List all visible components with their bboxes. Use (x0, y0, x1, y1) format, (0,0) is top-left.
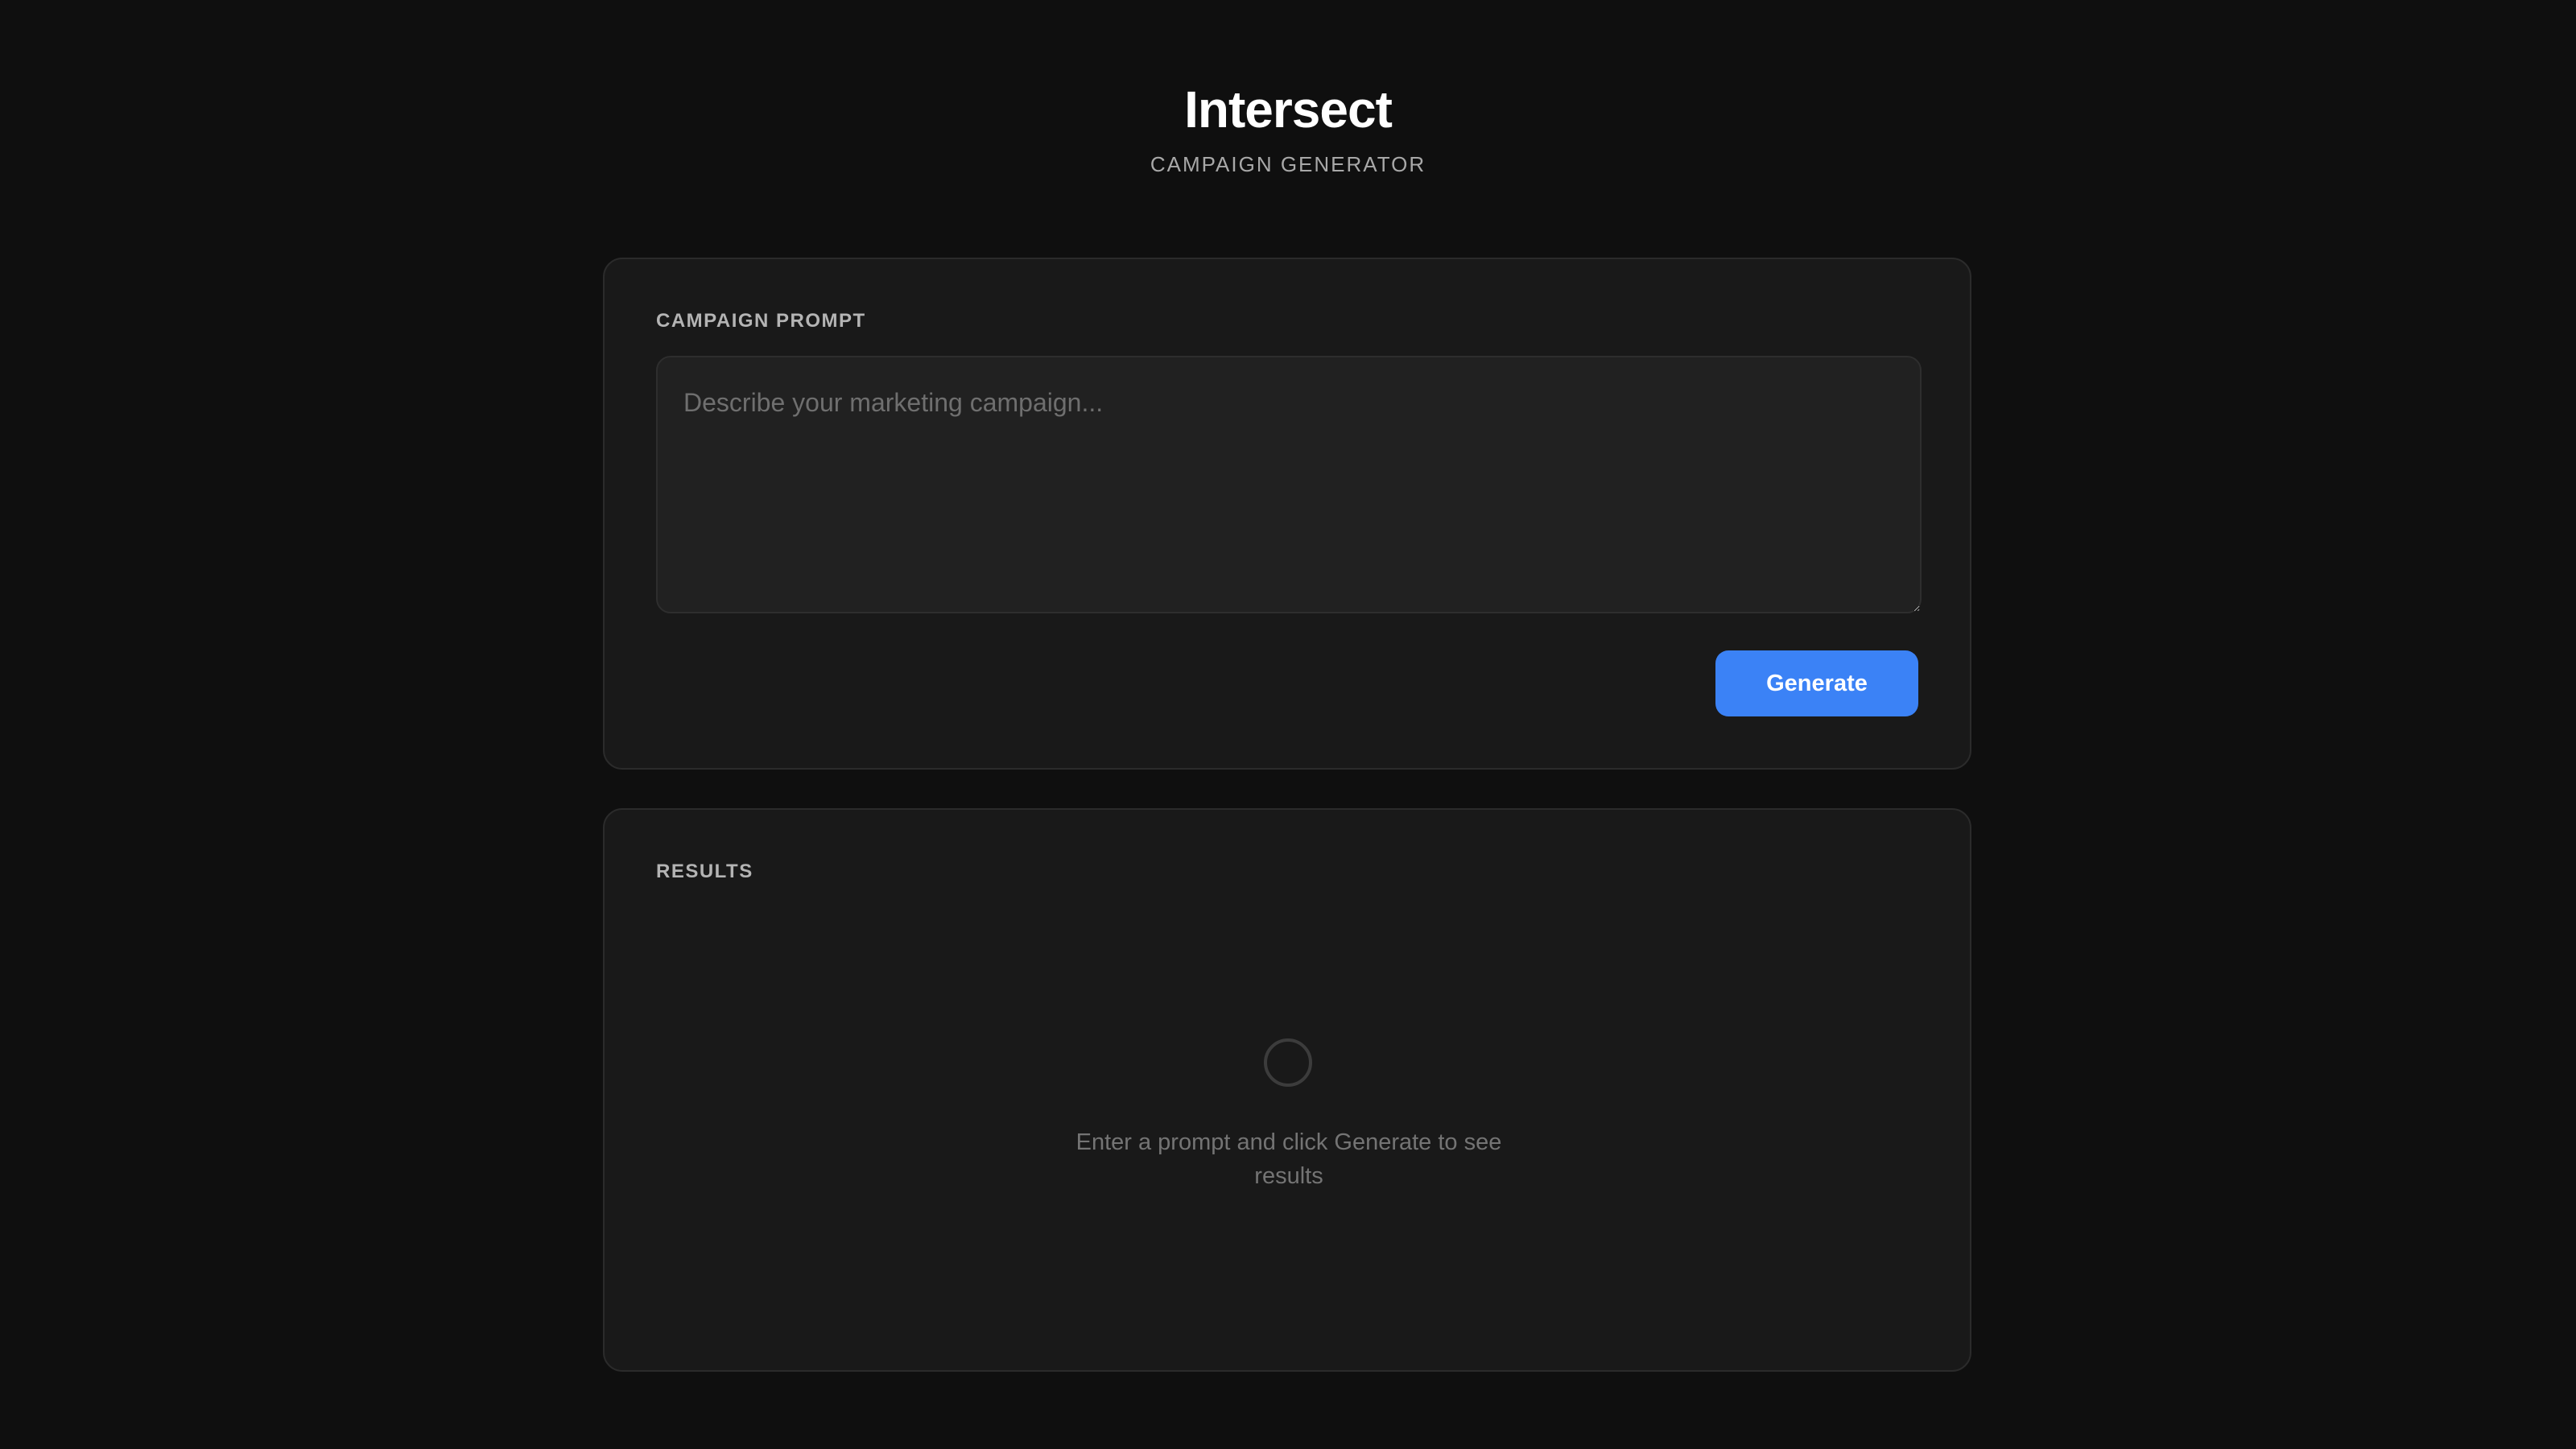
results-empty-message: Enter a prompt and click Generate to see… (1075, 1129, 1502, 1189)
results-card: RESULTS Enter a prompt and click Generat… (603, 808, 1971, 1372)
campaign-prompt-card: CAMPAIGN PROMPT Generate (603, 258, 1971, 770)
app-subtitle: CAMPAIGN GENERATOR (1150, 152, 1426, 176)
campaign-prompt-label: CAMPAIGN PROMPT (656, 310, 866, 332)
app-title: Intersect (1184, 80, 1393, 138)
generate-button[interactable]: Generate (1715, 650, 1918, 716)
app-header: Intersect CAMPAIGN GENERATOR (0, 77, 2576, 177)
page: Intersect CAMPAIGN GENERATOR CAMPAIGN PR… (0, 0, 2576, 1449)
campaign-prompt-input[interactable] (656, 356, 1922, 613)
spinner-ring-icon (1264, 1038, 1312, 1087)
results-label: RESULTS (656, 861, 753, 882)
